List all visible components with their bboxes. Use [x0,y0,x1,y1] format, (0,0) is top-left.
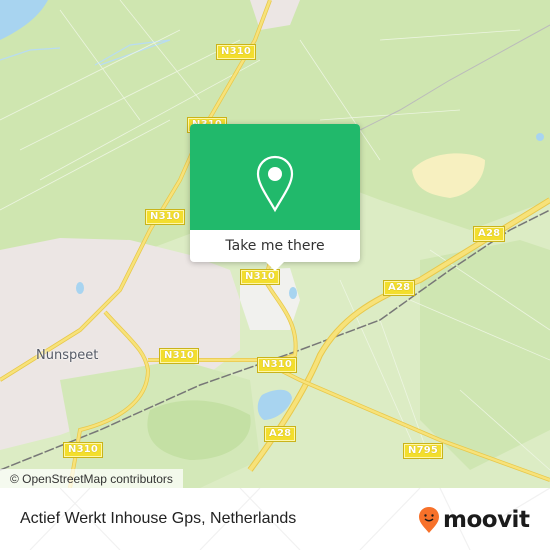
map[interactable]: Nunspeet N310 N310 N310 N310 N310 N310 N… [0,0,550,488]
road-shield-n310: N310 [62,442,104,458]
road-shield-a28: A28 [472,226,506,242]
road-shield-n310: N310 [144,209,186,225]
take-me-there-button[interactable]: Take me there [190,230,360,262]
moovit-pin-icon [419,507,439,533]
destination-popup: Take me there [190,124,360,271]
road-shield-a28: A28 [263,426,297,442]
place-label-nunspeet: Nunspeet [36,348,99,363]
destination-title: Actief Werkt Inhouse Gps, Netherlands [20,510,297,527]
map-attribution[interactable]: © OpenStreetMap contributors [0,469,183,488]
road-shield-n795: N795 [402,443,444,459]
road-shield-n310: N310 [239,269,281,285]
footer: Actief Werkt Inhouse Gps, Netherlands mo… [0,488,550,550]
popup-pointer [266,262,284,271]
popup-header[interactable] [190,124,360,230]
road-shield-n310: N310 [158,348,200,364]
road-shield-a28: A28 [382,280,416,296]
location-pin-icon [256,155,294,213]
moovit-wordmark: moovit [443,507,530,533]
road-shield-n310: N310 [215,44,257,60]
road-shield-n310: N310 [256,357,298,373]
moovit-logo[interactable]: moovit [418,506,530,534]
